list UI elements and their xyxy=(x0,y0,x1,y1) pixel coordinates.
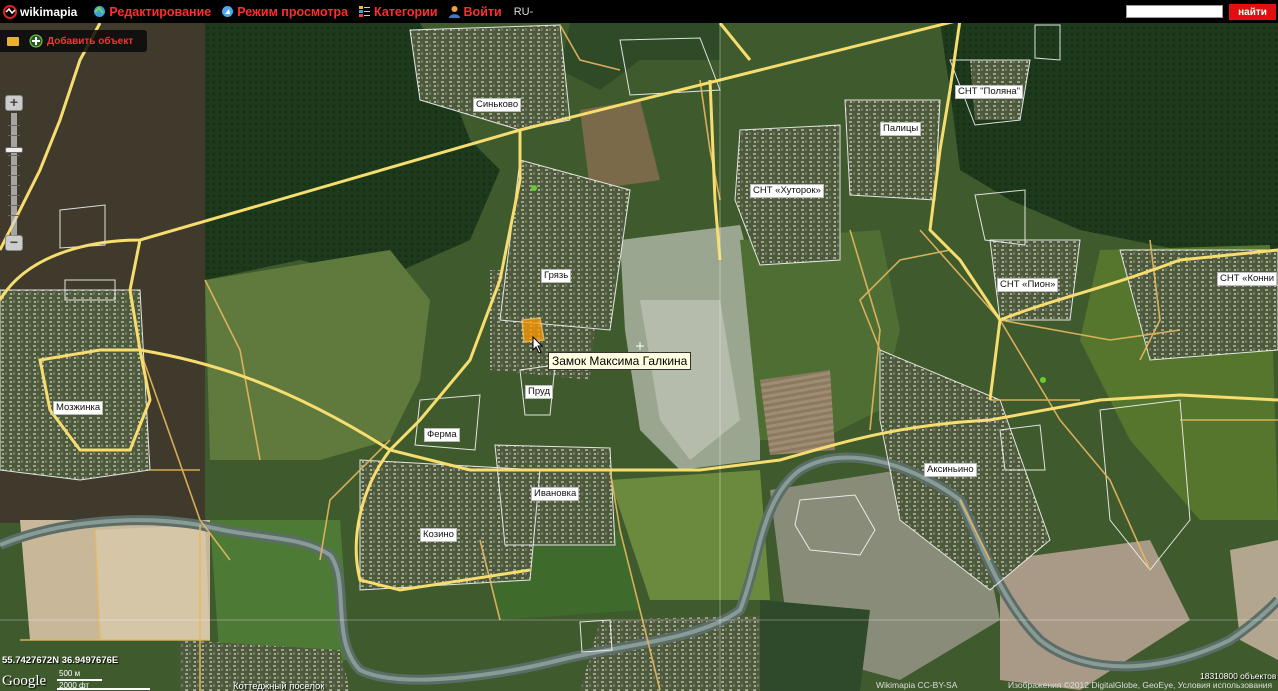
zoom-tick xyxy=(8,125,20,126)
categories-icon xyxy=(359,6,371,17)
zoom-in-button[interactable]: + xyxy=(5,95,23,111)
wikimapia-license-link[interactable]: Wikimapia CC-BY-SA xyxy=(876,680,957,690)
folder-icon[interactable] xyxy=(7,36,19,46)
object-count: 18310800 объектов xyxy=(1200,671,1277,681)
place-label-snt-khutorok[interactable]: СНТ «Хуторок» xyxy=(750,184,824,198)
place-label-palitsy[interactable]: Палицы xyxy=(880,122,922,136)
place-label-ferma[interactable]: Ферма xyxy=(424,428,460,442)
zoom-slider-thumb[interactable] xyxy=(5,147,23,153)
place-label-snt-polyana[interactable]: СНТ "Поляна" xyxy=(955,85,1024,99)
menu-login[interactable]: Войти xyxy=(448,5,502,19)
zoom-out-button[interactable]: − xyxy=(5,235,23,251)
zoom-slider-track[interactable] xyxy=(11,113,17,235)
edit-globe-icon xyxy=(94,6,106,17)
place-label-cottage-settlement[interactable]: Коттеджный поселок xyxy=(233,681,324,691)
compass-icon xyxy=(222,6,234,17)
place-label-gryaz[interactable]: Грязь xyxy=(541,269,572,283)
user-icon xyxy=(448,6,460,18)
scale-metric-label: 500 м xyxy=(59,669,81,678)
object-tooltip: Замок Максима Галкина xyxy=(548,352,692,370)
menu-categories[interactable]: Категории xyxy=(358,5,438,19)
menu-login-label: Войти xyxy=(463,4,502,19)
menu-edit-label: Редактирование xyxy=(109,4,212,19)
place-label-ivanovka[interactable]: Ивановка xyxy=(531,487,580,501)
place-label-mozzhinka[interactable]: Мозжинка xyxy=(53,401,104,415)
menu-view-mode-label: Режим просмотра xyxy=(237,4,349,19)
zoom-tick xyxy=(8,185,20,186)
add-place-icon[interactable] xyxy=(29,34,43,48)
zoom-tick xyxy=(8,135,20,136)
wikimapia-logo-icon xyxy=(3,4,17,19)
add-object-button[interactable]: Добавить объект xyxy=(47,36,133,47)
place-label-kozino[interactable]: Козино xyxy=(420,528,457,542)
scale-bar: 500 м 2000 фт xyxy=(57,669,150,691)
place-label-sinkovo[interactable]: Синьково xyxy=(473,98,522,112)
place-label-snt-konni[interactable]: СНТ «Конни xyxy=(1217,272,1278,286)
google-logo: Google xyxy=(2,673,47,689)
menu-categories-label: Категории xyxy=(374,4,438,19)
zoom-tick xyxy=(8,195,20,196)
zoom-tick xyxy=(8,215,20,216)
scale-imperial-bar xyxy=(57,688,150,690)
imagery-credit[interactable]: Изображения ©2012 DigitalGlobe, GeoEye, … xyxy=(1008,680,1272,690)
place-label-prud[interactable]: Пруд xyxy=(525,385,553,399)
logo-text: wikimapia xyxy=(20,4,78,19)
zoom-tick xyxy=(8,205,20,206)
mouse-cursor-icon xyxy=(532,336,544,354)
place-label-aksinino[interactable]: Аксиньино xyxy=(924,463,977,477)
zoom-tick xyxy=(8,155,20,156)
menu-view-mode[interactable]: Режим просмотра xyxy=(221,5,348,19)
place-label-snt-pion[interactable]: СНТ «Пион» xyxy=(997,278,1059,292)
coordinates-readout: 55.7427672N 36.9497676E xyxy=(2,655,119,666)
wikimapia-logo[interactable]: wikimapia xyxy=(0,0,83,23)
language-selector[interactable]: RU- xyxy=(514,6,534,18)
zoom-tick xyxy=(8,165,20,166)
menu-edit[interactable]: Редактирование xyxy=(93,5,211,19)
add-object-bar: Добавить объект xyxy=(0,30,147,52)
zoom-tick xyxy=(8,175,20,176)
wikimapia-app: wikimapia Редактирование Режим просмотра… xyxy=(0,0,1278,691)
top-toolbar: wikimapia Редактирование Режим просмотра… xyxy=(0,0,1278,23)
search-button[interactable]: найти xyxy=(1229,4,1276,20)
zoom-control: + − xyxy=(5,95,23,255)
search-input[interactable] xyxy=(1126,5,1223,18)
